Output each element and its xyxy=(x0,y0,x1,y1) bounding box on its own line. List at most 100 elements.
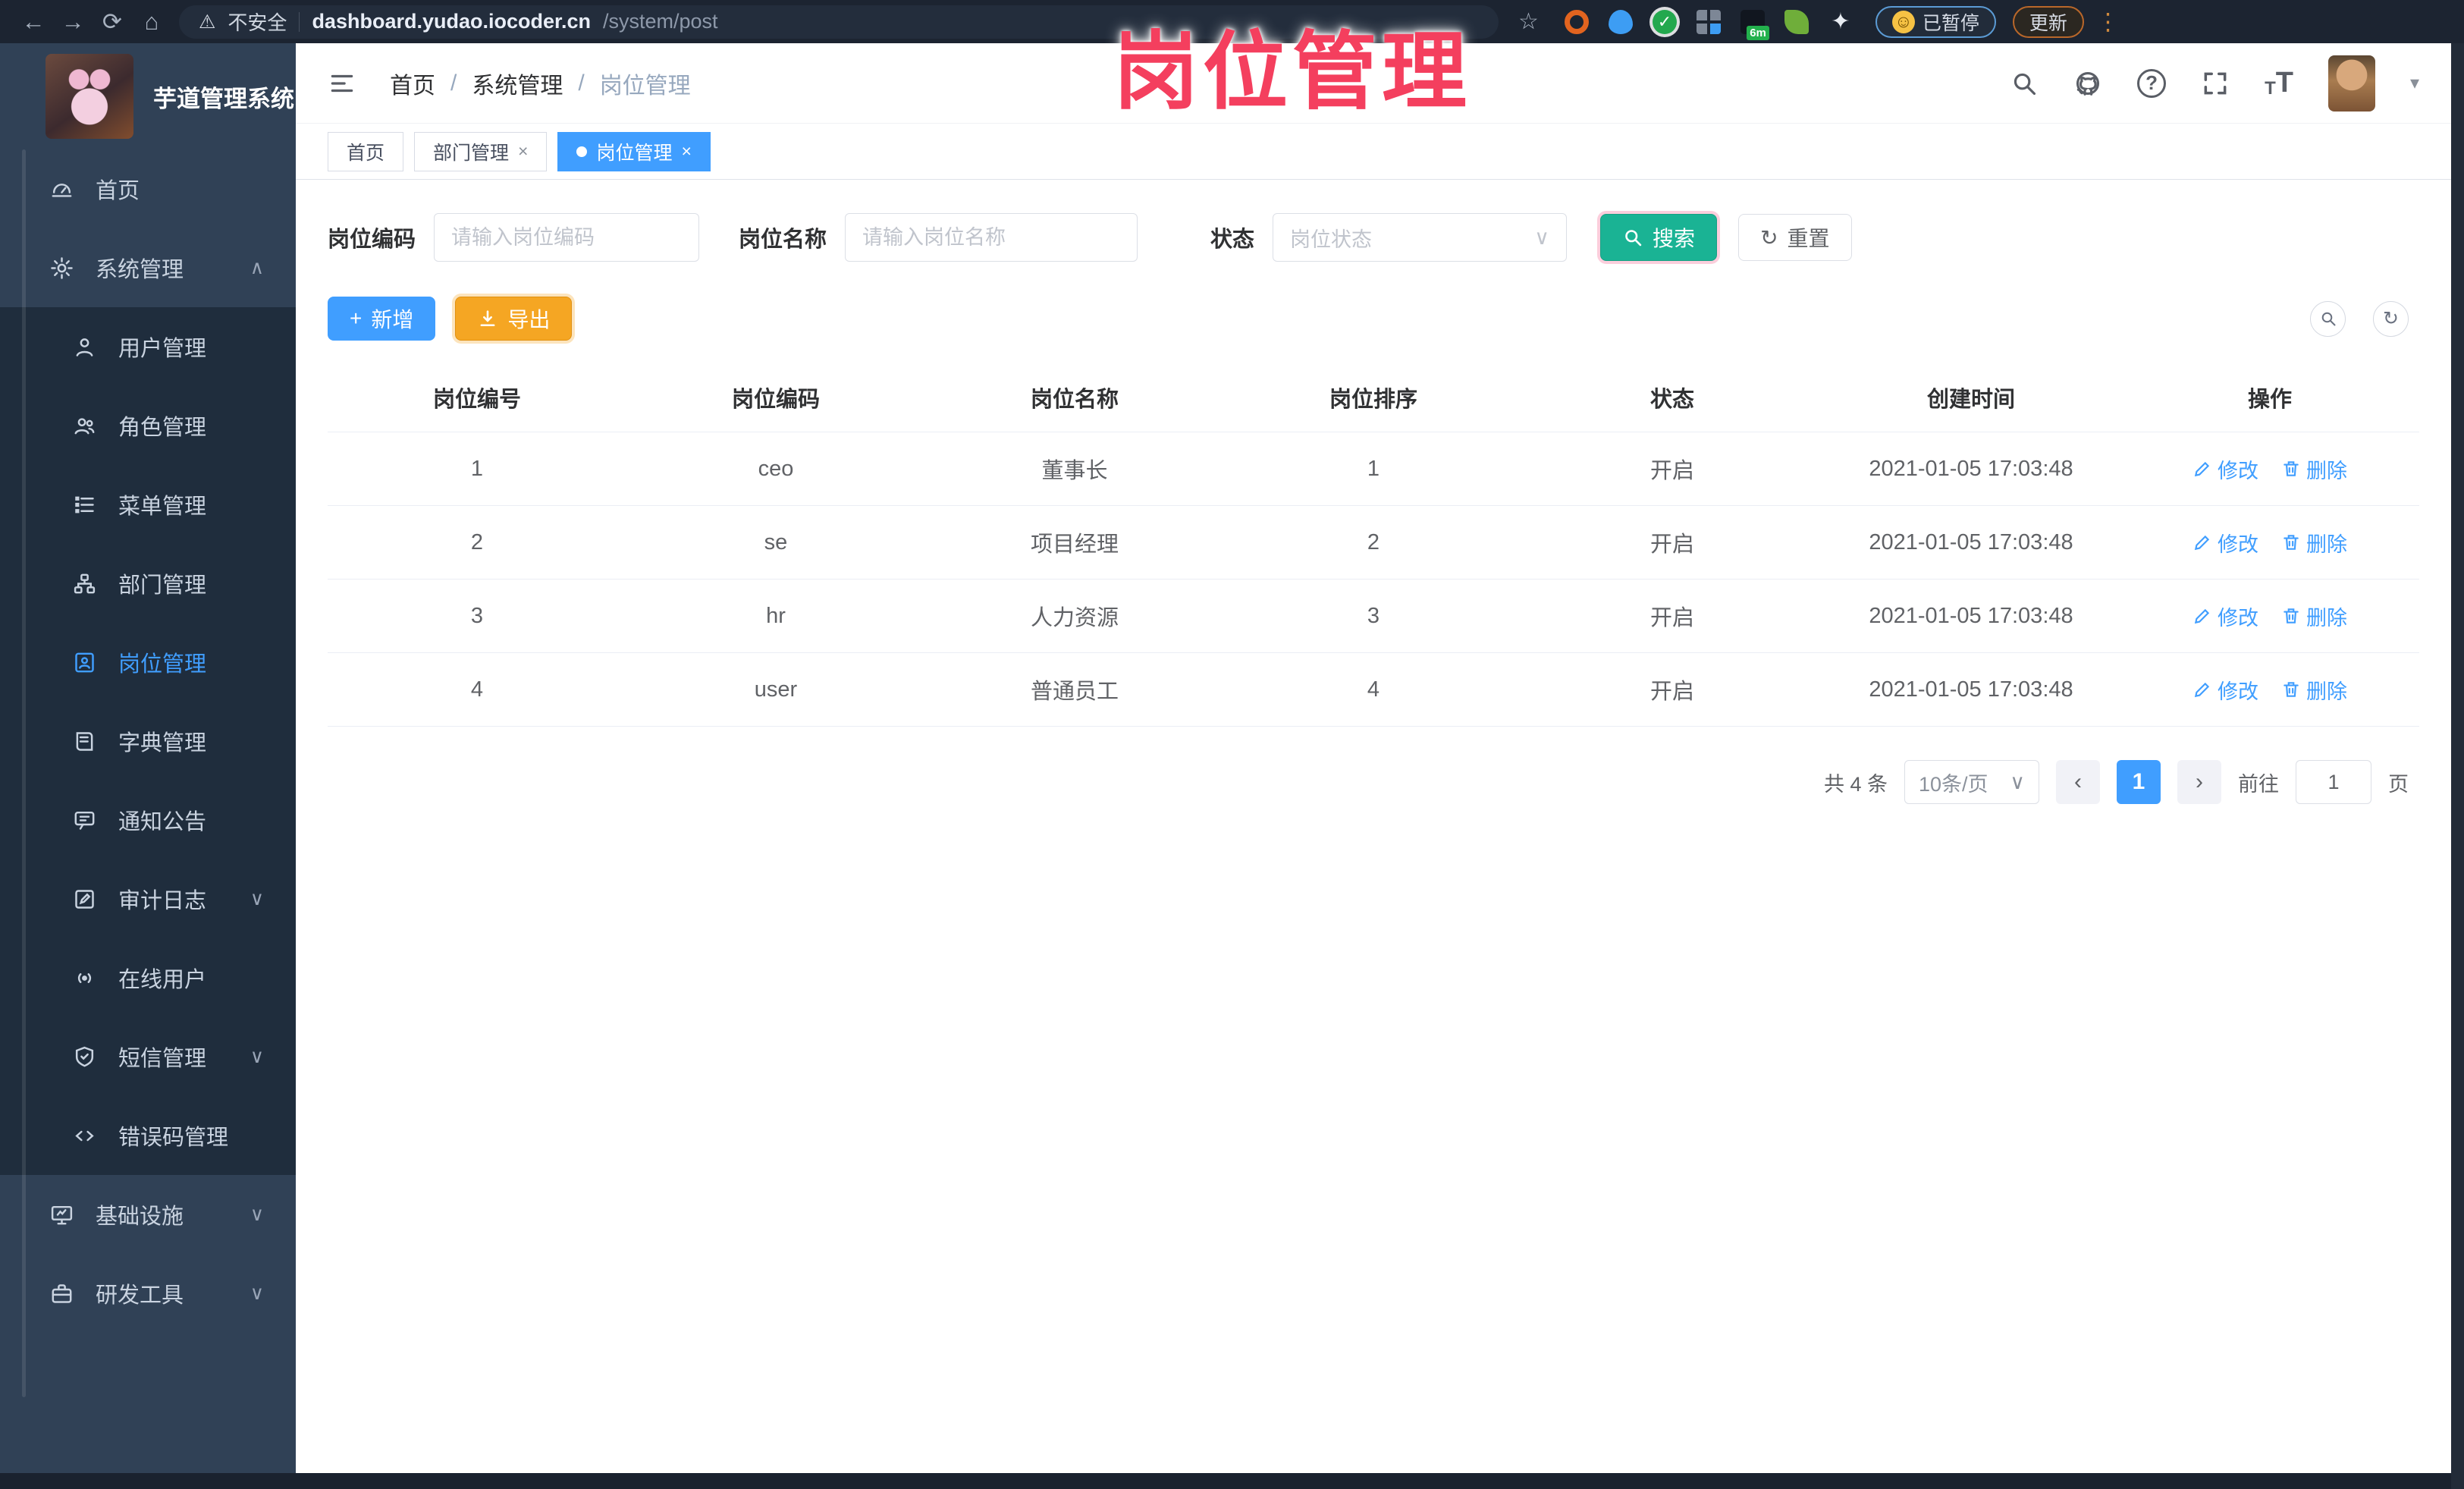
sidebar-item-label: 短信管理 xyxy=(118,1047,207,1071)
post-code-label: 岗位编码 xyxy=(328,228,416,252)
forward-icon[interactable]: → xyxy=(53,8,93,36)
cell-created: 2021-01-05 17:03:48 xyxy=(1869,603,2073,628)
next-page-button[interactable]: › xyxy=(2177,760,2221,804)
home-icon[interactable]: ⌂ xyxy=(132,8,171,36)
shield-icon xyxy=(70,1044,99,1070)
edit-link[interactable]: 修改 xyxy=(2192,675,2258,705)
font-size-icon[interactable]: TT xyxy=(2265,67,2293,99)
extension-check-icon[interactable]: ✓ xyxy=(1652,9,1677,34)
breadcrumb-current: 岗位管理 xyxy=(599,73,691,99)
table-row[interactable]: 2 se 项目经理 2 开启 2021-01-05 17:03:48 修改 删除 xyxy=(328,506,2419,580)
edit-link[interactable]: 修改 xyxy=(2192,602,2258,631)
column-header: 岗位编号 xyxy=(432,388,521,412)
sidebar-item-system[interactable]: 系统管理 ∧ xyxy=(0,228,296,307)
browser-menu-icon[interactable]: ⋮ xyxy=(2096,8,2120,36)
status-select[interactable]: 岗位状态 ∨ xyxy=(1273,213,1568,262)
sidebar-item-menu-mgmt[interactable]: 菜单管理 xyxy=(0,465,296,544)
goto-page-input[interactable] xyxy=(2296,760,2371,804)
sidebar-item-label: 审计日志 xyxy=(118,889,207,913)
extensions-puzzle-icon[interactable]: ✦ xyxy=(1828,9,1853,34)
table-row[interactable]: 1 ceo 董事长 1 开启 2021-01-05 17:03:48 修改 删除 xyxy=(328,432,2419,506)
delete-link[interactable]: 删除 xyxy=(2281,454,2347,484)
user-icon xyxy=(70,335,99,360)
cell-name: 普通员工 xyxy=(1030,680,1119,704)
extension-dark-icon[interactable]: 6m xyxy=(1740,9,1769,40)
post-name-input[interactable] xyxy=(845,213,1138,262)
page-1-button[interactable]: 1 xyxy=(2117,760,2161,804)
sidebar-item-dept-mgmt[interactable]: 部门管理 xyxy=(0,544,296,623)
table-row[interactable]: 4 user 普通员工 4 开启 2021-01-05 17:03:48 修改 … xyxy=(328,653,2419,727)
fullscreen-icon[interactable] xyxy=(2201,69,2230,98)
delete-link[interactable]: 删除 xyxy=(2281,528,2347,558)
monitor-icon xyxy=(47,1202,76,1227)
delete-link[interactable]: 删除 xyxy=(2281,675,2347,705)
paused-chip[interactable]: ☺ 已暂停 xyxy=(1875,5,1996,38)
sidebar-item-label: 系统管理 xyxy=(96,258,184,282)
extension-grid-icon[interactable] xyxy=(1696,9,1721,34)
back-icon[interactable]: ← xyxy=(14,8,53,36)
sidebar-item-online-users[interactable]: 在线用户 xyxy=(0,938,296,1017)
edit-link[interactable]: 修改 xyxy=(2192,454,2258,484)
close-icon[interactable]: × xyxy=(681,141,691,162)
reload-icon[interactable]: ⟳ xyxy=(93,8,132,36)
export-button[interactable]: 导出 xyxy=(455,297,573,341)
sidebar-item-dict-mgmt[interactable]: 字典管理 xyxy=(0,702,296,781)
breadcrumb-system[interactable]: 系统管理 xyxy=(472,67,563,100)
sidebar-item-devtools[interactable]: 研发工具 ∨ xyxy=(0,1254,296,1333)
toggle-search-button[interactable] xyxy=(2310,300,2346,337)
help-icon[interactable]: ? xyxy=(2137,68,2167,98)
cell-status: 开启 xyxy=(1649,532,1694,557)
sidebar-item-audit-log[interactable]: 审计日志 ∨ xyxy=(0,859,296,938)
sidebar-item-user-mgmt[interactable]: 用户管理 xyxy=(0,307,296,386)
user-avatar[interactable] xyxy=(2327,55,2375,112)
right-scroll-strip[interactable] xyxy=(2451,43,2464,1489)
sidebar-item-role-mgmt[interactable]: 角色管理 xyxy=(0,386,296,465)
dashboard-icon xyxy=(47,177,76,202)
sidebar-item-infra[interactable]: 基础设施 ∨ xyxy=(0,1175,296,1254)
edit-link[interactable]: 修改 xyxy=(2192,528,2258,558)
search-button[interactable]: 搜索 xyxy=(1600,214,1718,261)
delete-link[interactable]: 删除 xyxy=(2281,602,2347,631)
caret-down-icon[interactable]: ▾ xyxy=(2410,72,2419,94)
tab-dept-mgmt[interactable]: 部门管理 × xyxy=(414,131,548,171)
table-row[interactable]: 3 hr 人力资源 3 开启 2021-01-05 17:03:48 修改 删除 xyxy=(328,580,2419,653)
column-header: 岗位名称 xyxy=(1030,388,1119,412)
sidebar-item-errcode-mgmt[interactable]: 错误码管理 xyxy=(0,1096,296,1175)
tab-home[interactable]: 首页 xyxy=(328,131,404,171)
sidebar-item-label: 岗位管理 xyxy=(118,652,207,677)
close-icon[interactable]: × xyxy=(518,141,528,162)
search-icon[interactable] xyxy=(2010,69,2039,98)
chevron-down-icon: ∨ xyxy=(250,888,264,909)
cell-created: 2021-01-05 17:03:48 xyxy=(1869,456,2073,481)
hamburger-icon[interactable] xyxy=(328,69,356,98)
tab-post-mgmt[interactable]: 岗位管理 × xyxy=(557,131,711,171)
users-icon xyxy=(70,413,99,438)
logo-row[interactable]: 芋道管理系统 xyxy=(0,43,296,149)
sidebar-item-post-mgmt[interactable]: 岗位管理 xyxy=(0,623,296,702)
sidebar-item-label: 菜单管理 xyxy=(118,495,207,519)
cell-code: ceo xyxy=(758,456,794,481)
sidebar-item-sms-mgmt[interactable]: 短信管理 ∨ xyxy=(0,1017,296,1096)
add-button[interactable]: + 新增 xyxy=(328,297,436,341)
breadcrumb-home[interactable]: 首页 xyxy=(390,67,435,100)
gear-icon xyxy=(47,256,76,281)
main-area: 首页 / 系统管理 / 岗位管理 ? T T ▾ 首页 部门管理 × 岗位管理 … xyxy=(296,43,2451,1473)
extension-sprout-icon[interactable] xyxy=(1784,9,1809,34)
total-count: 共 4 条 xyxy=(1823,772,1888,796)
github-icon[interactable] xyxy=(2073,69,2102,98)
cell-id: 3 xyxy=(470,603,484,628)
extension-pin-icon[interactable] xyxy=(1608,9,1633,34)
sidebar-item-notice[interactable]: 通知公告 xyxy=(0,781,296,859)
reset-button[interactable]: ↻ 重置 xyxy=(1738,214,1852,261)
update-chip[interactable]: 更新 xyxy=(2012,5,2084,38)
page-size-select[interactable]: 10条/页 ∨ xyxy=(1904,760,2039,804)
prev-page-button[interactable]: ‹ xyxy=(2056,760,2100,804)
sidebar-item-home[interactable]: 首页 xyxy=(0,149,296,228)
extension-donut-icon[interactable] xyxy=(1564,9,1589,34)
extensions-row: ✓ 6m ✦ xyxy=(1564,9,1853,40)
refresh-table-button[interactable]: ↻ xyxy=(2373,300,2409,337)
sidebar: 芋道管理系统 首页 系统管理 ∧ 用户管理 角色管理 菜单管理 部门管理 岗位管… xyxy=(0,43,296,1473)
post-code-input[interactable] xyxy=(434,213,700,262)
bookmark-star-icon[interactable]: ☆ xyxy=(1518,8,1539,35)
sidebar-item-label: 字典管理 xyxy=(118,731,207,755)
